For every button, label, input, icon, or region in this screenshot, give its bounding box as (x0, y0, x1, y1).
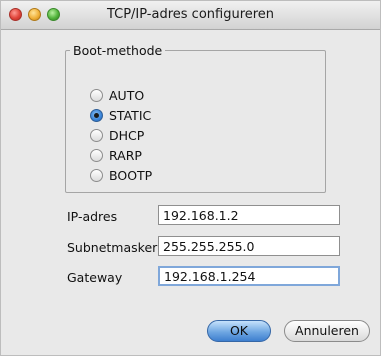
radio-auto-label: AUTO (109, 87, 145, 103)
radio-selected-icon (90, 108, 103, 122)
boot-method-legend: Boot-methode (73, 43, 163, 58)
window-title: TCP/IP-adres configureren (106, 7, 275, 22)
title-bar[interactable]: TCP/IP-adres configureren (1, 1, 380, 30)
radio-rarp[interactable]: RARP (90, 146, 142, 164)
cancel-button[interactable]: Annuleren (284, 320, 370, 342)
dialog-window: TCP/IP-adres configureren Boot-methode A… (0, 0, 381, 356)
radio-dhcp[interactable]: DHCP (90, 126, 144, 144)
radio-bootp-label: BOOTP (109, 167, 153, 183)
gateway-input[interactable] (158, 266, 340, 286)
subnet-mask-label: Subnetmasker (67, 240, 158, 255)
ip-address-label: IP-adres (67, 209, 118, 224)
radio-static[interactable]: STATIC (90, 106, 151, 124)
radio-static-label: STATIC (109, 107, 152, 123)
radio-rarp-label: RARP (109, 147, 142, 163)
ip-address-input[interactable] (158, 205, 340, 225)
radio-auto[interactable]: AUTO (90, 86, 144, 104)
radio-circle-icon (90, 128, 103, 142)
boot-method-group: Boot-methode AUTO STATIC DHCP RARP BOOTP (65, 43, 326, 193)
subnet-mask-input[interactable] (158, 236, 340, 256)
radio-dhcp-label: DHCP (109, 127, 145, 143)
radio-circle-icon (90, 168, 103, 182)
gateway-label: Gateway (67, 270, 123, 285)
radio-circle-icon (90, 88, 103, 102)
ok-button[interactable]: OK (207, 320, 271, 342)
radio-bootp[interactable]: BOOTP (90, 166, 152, 184)
radio-circle-icon (90, 148, 103, 162)
